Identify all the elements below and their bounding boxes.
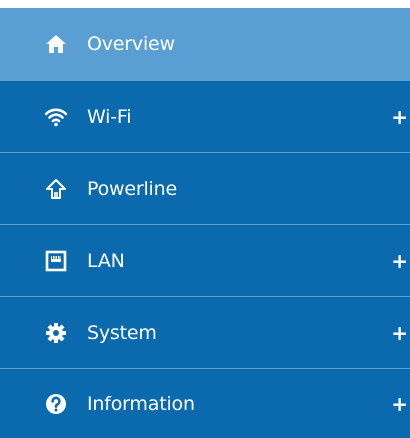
powerline-icon bbox=[44, 177, 68, 201]
home-icon bbox=[44, 32, 68, 56]
menu-item-lan[interactable]: LAN + bbox=[0, 224, 410, 296]
side-navigation-menu: Overview Wi-Fi + Powerline LAN + System … bbox=[0, 8, 410, 438]
menu-item-wifi[interactable]: Wi-Fi + bbox=[0, 80, 410, 152]
menu-item-label: LAN bbox=[87, 249, 125, 272]
menu-item-system[interactable]: System + bbox=[0, 296, 410, 368]
gear-icon bbox=[44, 321, 68, 345]
lan-port-icon bbox=[44, 249, 68, 273]
menu-item-information[interactable]: Information + bbox=[0, 368, 410, 438]
menu-item-label: Overview bbox=[87, 33, 175, 55]
menu-item-overview[interactable]: Overview bbox=[0, 8, 410, 80]
menu-item-label: System bbox=[87, 321, 157, 344]
expand-plus-icon[interactable]: + bbox=[391, 251, 408, 271]
expand-plus-icon[interactable]: + bbox=[391, 394, 408, 414]
menu-item-label: Wi-Fi bbox=[87, 105, 132, 128]
menu-item-label: Powerline bbox=[87, 177, 177, 200]
expand-plus-icon[interactable]: + bbox=[391, 323, 408, 343]
expand-plus-icon[interactable]: + bbox=[391, 107, 408, 127]
wifi-icon bbox=[44, 105, 68, 129]
top-strip bbox=[0, 0, 410, 8]
menu-item-powerline[interactable]: Powerline bbox=[0, 152, 410, 224]
top-sliver bbox=[0, 0, 410, 3]
question-icon bbox=[44, 392, 68, 416]
menu-item-label: Information bbox=[87, 392, 195, 415]
